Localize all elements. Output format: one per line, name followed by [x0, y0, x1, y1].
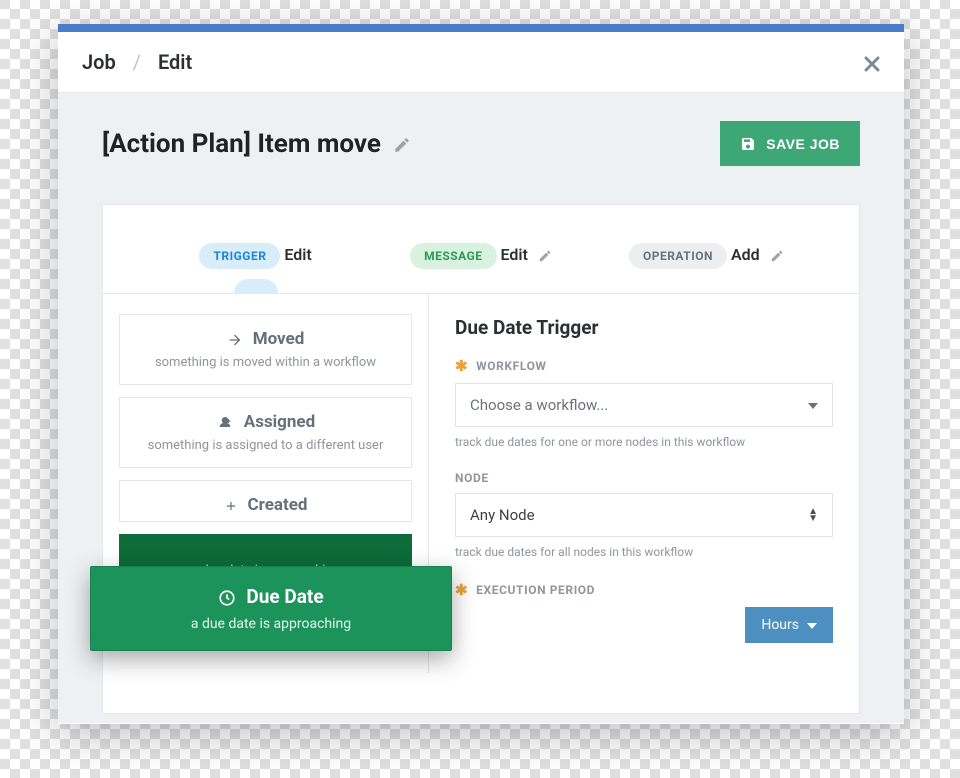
operation-action-label: Add	[731, 245, 760, 264]
stage-message: MESSAGE Edit	[371, 231, 591, 293]
message-pill: MESSAGE	[410, 243, 496, 269]
trigger-option-assigned[interactable]: Assigned something is assigned to a diff…	[119, 397, 412, 468]
modal-accent-bar	[58, 24, 904, 32]
page-title: [Action Plan] Item move	[102, 129, 381, 159]
trigger-option-due-date-dragging[interactable]: Due Date a due date is approaching	[90, 566, 452, 651]
close-icon[interactable]	[864, 50, 880, 74]
trigger-config-form: Due Date Trigger ✱ WORKFLOW Choose a wor…	[429, 294, 859, 673]
sort-arrows-icon: ▲▼	[808, 508, 818, 522]
title-row: [Action Plan] Item move SAVE JOB	[102, 121, 860, 166]
stage-operation: OPERATION Add	[596, 231, 816, 293]
trigger-option-created[interactable]: Created	[119, 480, 412, 522]
save-icon	[740, 135, 756, 152]
workflow-helper: track due dates for one or more nodes in…	[455, 435, 833, 449]
trigger-option-label: Moved	[253, 329, 305, 349]
hours-label: Hours	[761, 617, 799, 633]
save-job-button[interactable]: SAVE JOB	[720, 121, 860, 166]
hours-dropdown-button[interactable]: Hours	[745, 607, 833, 643]
required-icon: ✱	[455, 357, 468, 375]
trigger-option-label: Due Date	[246, 585, 323, 608]
workflow-select[interactable]: Choose a workflow...	[455, 383, 833, 427]
plus-icon	[224, 495, 238, 515]
clock-icon	[218, 585, 236, 608]
modal-header: Job / Edit	[58, 32, 904, 93]
breadcrumb-root[interactable]: Job	[82, 50, 116, 74]
form-section-title: Due Date Trigger	[455, 316, 833, 339]
user-plus-icon	[216, 412, 234, 432]
trigger-action-label: Edit	[284, 245, 311, 264]
trigger-option-desc: something is moved within a workflow	[132, 355, 399, 370]
node-label: NODE	[455, 471, 833, 485]
node-helper: track due dates for all nodes in this wo…	[455, 545, 833, 559]
trigger-edit-link[interactable]: Edit	[284, 245, 311, 264]
stage-trigger: TRIGGER Edit	[146, 231, 366, 293]
pencil-icon	[538, 245, 552, 264]
execution-period-label: ✱ EXECUTION PERIOD	[455, 581, 833, 599]
trigger-option-desc: something is assigned to a different use…	[132, 438, 399, 453]
breadcrumb: Job / Edit	[82, 50, 192, 74]
operation-pill: OPERATION	[629, 243, 727, 269]
trigger-option-moved[interactable]: Moved something is moved within a workfl…	[119, 314, 412, 385]
save-button-label: SAVE JOB	[766, 136, 840, 152]
caret-down-icon	[808, 396, 818, 414]
pencil-icon	[770, 245, 784, 264]
stage-row: TRIGGER Edit MESSAGE Edit	[103, 205, 859, 293]
operation-add-link[interactable]: Add	[731, 245, 784, 264]
trigger-indicator-icon	[234, 279, 278, 293]
trigger-option-desc: a due date is approaching	[103, 616, 439, 632]
caret-down-icon	[807, 617, 817, 633]
breadcrumb-current: Edit	[158, 50, 192, 74]
trigger-option-label: Assigned	[244, 412, 315, 432]
breadcrumb-separator: /	[133, 50, 141, 74]
workflow-label: ✱ WORKFLOW	[455, 357, 833, 375]
trigger-option-label: Created	[248, 495, 308, 515]
workflow-select-placeholder: Choose a workflow...	[470, 396, 608, 414]
trigger-pill: TRIGGER	[199, 243, 280, 269]
message-action-label: Edit	[500, 245, 527, 264]
node-select-value: Any Node	[470, 506, 535, 524]
arrow-right-icon	[227, 329, 243, 349]
required-icon: ✱	[455, 581, 468, 599]
message-edit-link[interactable]: Edit	[500, 245, 551, 264]
edit-title-icon[interactable]	[393, 134, 411, 154]
node-select[interactable]: Any Node ▲▼	[455, 493, 833, 537]
